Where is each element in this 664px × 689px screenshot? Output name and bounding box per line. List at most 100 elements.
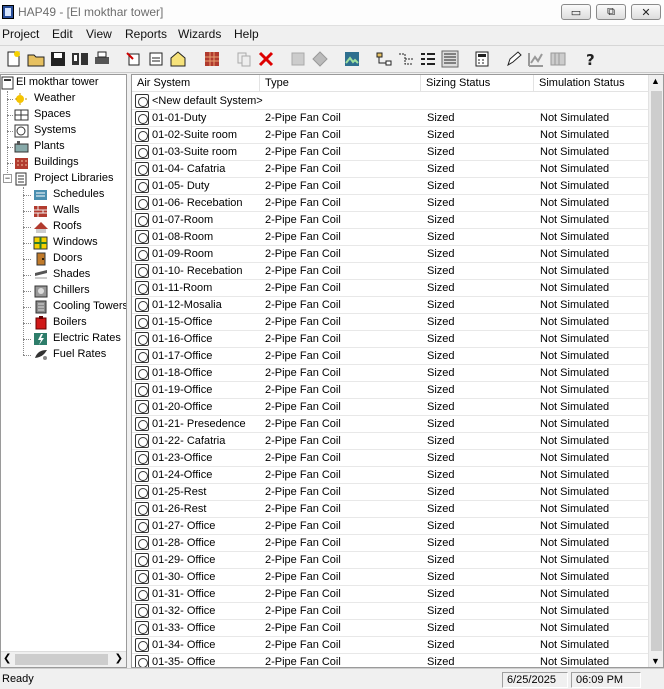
table-row[interactable]: 01-20-Office 2-Pipe Fan Coil Sized Not Simu… [132, 399, 650, 416]
tree-item-label: Schedules [53, 188, 105, 200]
new-project-icon[interactable] [4, 49, 24, 69]
table-row[interactable]: 01-02-Suite room 2-Pipe Fan Coil Sized Not … [132, 127, 650, 144]
cell-simulation-status: Not Simulated [540, 214, 610, 226]
scroll-right-icon[interactable]: ❯ [115, 653, 123, 664]
cell-type: 2-Pipe Fan Coil [265, 656, 341, 668]
table-row[interactable]: 01-21- Presedence 2-Pipe Fan Coil Sized Not… [132, 416, 650, 433]
cut-icon[interactable] [288, 49, 308, 69]
table-row[interactable]: 01-07-Room 2-Pipe Fan Coil Sized Not Simula… [132, 212, 650, 229]
fuel-rates-icon [33, 348, 49, 362]
cell-type: 2-Pipe Fan Coil [265, 418, 341, 430]
table-row[interactable]: 01-12-Mosalia 2-Pipe Fan Coil Sized Not Sim… [132, 297, 650, 314]
menu-edit[interactable]: Edit [52, 27, 73, 41]
menu-project[interactable]: Project [2, 27, 39, 41]
open-project-icon[interactable] [26, 49, 46, 69]
scroll-left-icon[interactable]: ❮ [3, 653, 11, 664]
print-icon[interactable] [92, 49, 112, 69]
scroll-up-icon[interactable]: ▲ [651, 76, 660, 86]
cell-sizing-status: Sized [427, 520, 455, 532]
air-systems-list[interactable]: Air System Type Sizing Status Simulation… [131, 74, 664, 668]
cell-sizing-status: Sized [427, 605, 455, 617]
table-row[interactable]: 01-28- Office 2-Pipe Fan Coil Sized Not Sim… [132, 535, 650, 552]
menu-help[interactable]: Help [234, 27, 259, 41]
image-icon[interactable] [342, 49, 362, 69]
table-row[interactable]: 01-04- Cafatria 2-Pipe Fan Coil Sized Not S… [132, 161, 650, 178]
cell-type: 2-Pipe Fan Coil [265, 282, 341, 294]
air-system-icon [135, 349, 149, 363]
collapse-libraries-toggle[interactable]: − [3, 174, 12, 183]
cell-type: 2-Pipe Fan Coil [265, 146, 341, 158]
list-scroll-thumb[interactable] [651, 91, 662, 651]
air-system-icon [135, 162, 149, 176]
table-row[interactable]: 01-19-Office 2-Pipe Fan Coil Sized Not Simu… [132, 382, 650, 399]
table-row[interactable]: 01-33- Office 2-Pipe Fan Coil Sized Not Sim… [132, 620, 650, 637]
cell-air-system: 01-05- Duty [152, 180, 210, 192]
table-row[interactable]: 01-26-Rest 2-Pipe Fan Coil Sized Not Simula… [132, 501, 650, 518]
table-row[interactable]: 01-17-Office 2-Pipe Fan Coil Sized Not Simu… [132, 348, 650, 365]
table-row[interactable]: 01-18-Office 2-Pipe Fan Coil Sized Not Simu… [132, 365, 650, 382]
table-row[interactable]: 01-24-Office 2-Pipe Fan Coil Sized Not Simu… [132, 467, 650, 484]
table-row[interactable]: 01-09-Room 2-Pipe Fan Coil Sized Not Simula… [132, 246, 650, 263]
table-row[interactable]: 01-11-Room 2-Pipe Fan Coil Sized Not Simula… [132, 280, 650, 297]
table-row[interactable]: 01-23-Office 2-Pipe Fan Coil Sized Not Simu… [132, 450, 650, 467]
table-row[interactable]: 01-08-Room 2-Pipe Fan Coil Sized Not Simula… [132, 229, 650, 246]
project-tree[interactable]: El mokthar tower Weather Spaces Systems … [0, 74, 127, 668]
table-row[interactable]: 01-05- Duty 2-Pipe Fan Coil Sized Not Simul… [132, 178, 650, 195]
table-row[interactable]: 01-27- Office 2-Pipe Fan Coil Sized Not Sim… [132, 518, 650, 535]
details-view-icon[interactable] [440, 49, 460, 69]
table-row[interactable]: 01-32- Office 2-Pipe Fan Coil Sized Not Sim… [132, 603, 650, 620]
edit-icon[interactable] [504, 49, 524, 69]
save-project-icon[interactable] [48, 49, 68, 69]
tree-scroll-thumb[interactable] [15, 654, 108, 665]
grid-icon[interactable] [548, 49, 568, 69]
project-icon [1, 76, 17, 90]
list-vertical-scrollbar[interactable]: ▲ ▼ [648, 75, 663, 667]
table-row[interactable]: 01-16-Office 2-Pipe Fan Coil Sized Not Simu… [132, 331, 650, 348]
new-system-row[interactable]: <New default System> [132, 93, 650, 110]
new-item-icon[interactable] [124, 49, 144, 69]
restore-button[interactable]: ⧉ [596, 4, 626, 20]
chart-icon[interactable] [526, 49, 546, 69]
table-row[interactable]: 01-10- Recebation 2-Pipe Fan Coil Sized Not… [132, 263, 650, 280]
copy-icon[interactable] [234, 49, 254, 69]
list-view-icon[interactable] [418, 49, 438, 69]
table-row[interactable]: 01-15-Office 2-Pipe Fan Coil Sized Not Simu… [132, 314, 650, 331]
column-header-type[interactable]: Type [260, 75, 421, 92]
help-icon[interactable]: ? [580, 49, 600, 69]
tree-horizontal-scrollbar[interactable]: ❮ ❯ [1, 651, 126, 667]
column-header-simulation-status[interactable]: Simulation Status [534, 75, 650, 92]
paste-icon[interactable] [310, 49, 330, 69]
delete-icon[interactable] [256, 49, 276, 69]
table-row[interactable]: 01-03-Suite room 2-Pipe Fan Coil Sized Not … [132, 144, 650, 161]
cell-type: 2-Pipe Fan Coil [265, 537, 341, 549]
column-header-air-system[interactable]: Air System [132, 75, 260, 92]
table-row[interactable]: 01-25-Rest 2-Pipe Fan Coil Sized Not Simula… [132, 484, 650, 501]
column-header-sizing-status[interactable]: Sizing Status [421, 75, 534, 92]
hierarchy-icon[interactable] [374, 49, 394, 69]
cell-simulation-status: Not Simulated [540, 452, 610, 464]
grid-schedule-icon[interactable] [202, 49, 222, 69]
building-icon[interactable] [168, 49, 188, 69]
table-row[interactable]: 01-30- Office 2-Pipe Fan Coil Sized Not Sim… [132, 569, 650, 586]
menu-reports[interactable]: Reports [125, 27, 167, 41]
scroll-down-icon[interactable]: ▼ [651, 656, 660, 666]
tree-item-label: Plants [34, 140, 65, 152]
table-row[interactable]: 01-34- Office 2-Pipe Fan Coil Sized Not Sim… [132, 637, 650, 654]
properties-icon[interactable] [146, 49, 166, 69]
cell-simulation-status: Not Simulated [540, 469, 610, 481]
table-row[interactable]: 01-29- Office 2-Pipe Fan Coil Sized Not Sim… [132, 552, 650, 569]
archive-icon[interactable] [70, 49, 90, 69]
cell-air-system: 01-08-Room [152, 231, 214, 243]
network-icon[interactable] [396, 49, 416, 69]
table-row[interactable]: 01-22- Cafatria 2-Pipe Fan Coil Sized Not S… [132, 433, 650, 450]
minimize-button[interactable]: ▭ [561, 4, 591, 20]
menu-view[interactable]: View [86, 27, 112, 41]
table-row[interactable]: 01-01-Duty 2-Pipe Fan Coil Sized Not Simula… [132, 110, 650, 127]
table-row[interactable]: 01-35- Office 2-Pipe Fan Coil Sized Not Sim… [132, 654, 650, 668]
close-button[interactable]: ✕ [631, 4, 661, 20]
table-row[interactable]: 01-06- Recebation 2-Pipe Fan Coil Sized Not… [132, 195, 650, 212]
menu-wizards[interactable]: Wizards [178, 27, 221, 41]
table-row[interactable]: 01-31- Office 2-Pipe Fan Coil Sized Not Sim… [132, 586, 650, 603]
cell-type: 2-Pipe Fan Coil [265, 299, 341, 311]
calculator-icon[interactable] [472, 49, 492, 69]
